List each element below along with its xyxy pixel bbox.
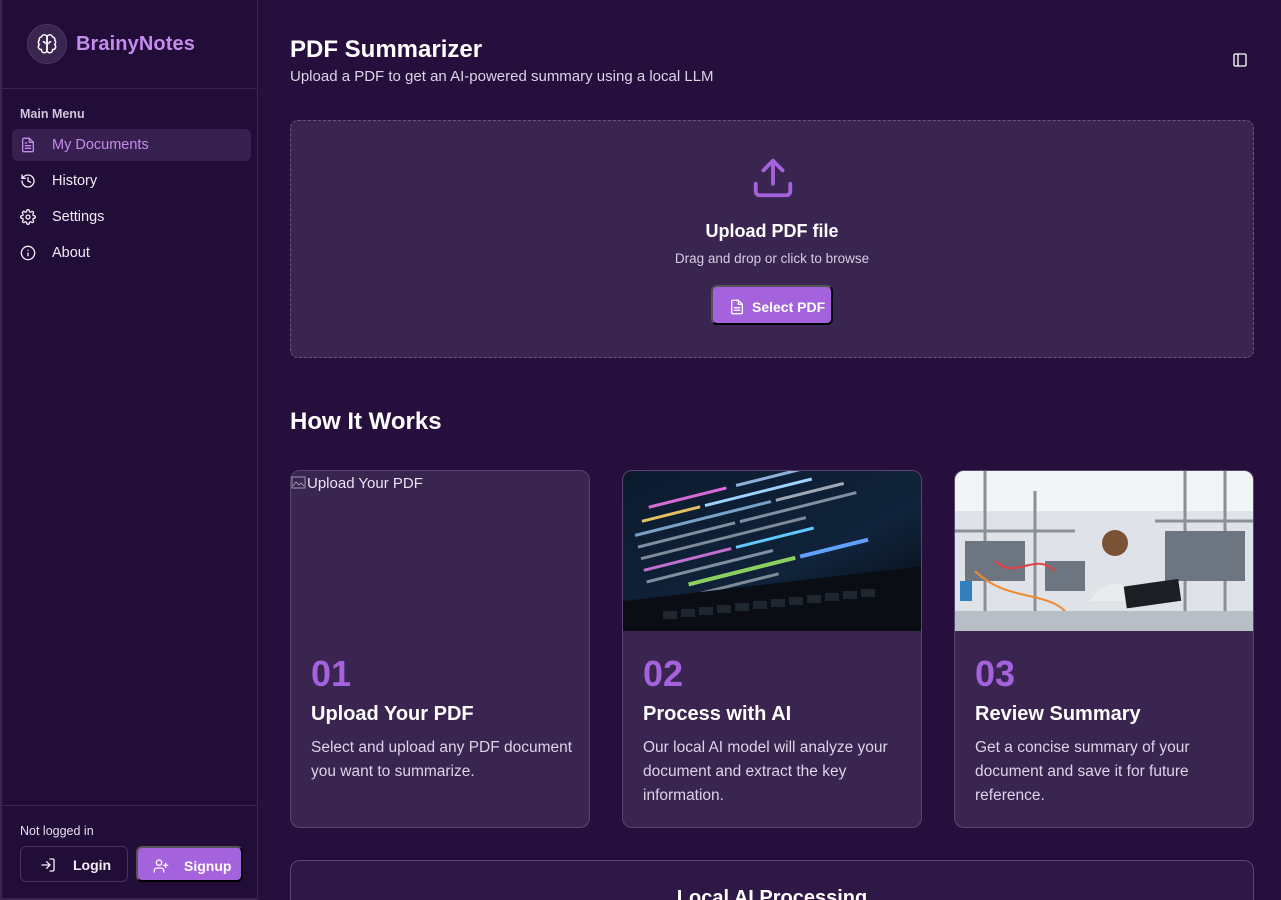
step-title: Process with AI	[643, 703, 792, 725]
step-image	[955, 471, 1253, 631]
step-image-alt: Upload Your PDF	[307, 475, 423, 492]
local-ai-panel: Local AI Processing	[290, 860, 1254, 900]
step-number: 03	[975, 653, 1016, 694]
brand-name[interactable]: BrainyNotes	[76, 33, 195, 56]
step-description: Select and upload any PDF document you w…	[311, 739, 573, 780]
page-title: PDF Summarizer	[290, 36, 483, 63]
login-label: Login	[73, 857, 112, 873]
sidebar-footer: Not logged in Login Signup	[2, 805, 257, 898]
sidebar: BrainyNotes Main Menu My Documents Histo…	[0, 0, 258, 900]
sidebar-item-label: About	[52, 245, 90, 261]
sidebar-item-label: History	[52, 173, 98, 189]
gear-icon	[20, 209, 36, 225]
upload-dropzone[interactable]: Upload PDF file Drag and drop or click t…	[290, 120, 1254, 358]
upload-title: Upload PDF file	[705, 221, 839, 241]
app-root: BrainyNotes Main Menu My Documents Histo…	[0, 0, 1281, 900]
step-number: 01	[311, 653, 352, 694]
step-title: Review Summary	[975, 703, 1141, 725]
code-laptop-image	[623, 471, 921, 631]
step-description: Get a concise summary of your document a…	[975, 739, 1190, 804]
signup-label: Signup	[184, 858, 232, 874]
sidebar-item-my-documents[interactable]: My Documents	[12, 129, 251, 161]
sidebar-item-history[interactable]: History	[12, 165, 251, 197]
info-icon	[20, 245, 36, 261]
local-ai-title: Local AI Processing	[676, 887, 868, 900]
login-status: Not logged in	[20, 824, 94, 838]
how-it-works-title: How It Works	[290, 408, 442, 435]
step-card: 02 Process with AI Our local AI model wi…	[622, 470, 922, 828]
login-icon	[40, 857, 56, 873]
upload-hint: Drag and drop or click to browse	[674, 251, 870, 266]
file-icon	[20, 137, 36, 153]
select-pdf-label: Select PDF	[752, 299, 826, 315]
step-image	[623, 471, 921, 631]
history-icon	[20, 173, 36, 189]
signup-button[interactable]: Signup	[136, 846, 243, 882]
step-number: 02	[643, 653, 684, 694]
brain-icon[interactable]	[27, 24, 67, 64]
broken-image-alt: Upload Your PDF	[291, 471, 589, 492]
menu-heading: Main Menu	[20, 107, 85, 121]
user-plus-icon	[153, 858, 169, 874]
broken-image-icon	[291, 476, 306, 489]
sidebar-item-about[interactable]: About	[12, 237, 251, 269]
select-pdf-button[interactable]: Select PDF	[711, 285, 833, 325]
step-card: 03 Review Summary Get a concise summary …	[954, 470, 1254, 828]
sidebar-item-label: Settings	[52, 209, 105, 225]
file-icon	[729, 299, 745, 315]
step-title: Upload Your PDF	[311, 703, 474, 725]
main-content: PDF Summarizer Upload a PDF to get an AI…	[258, 0, 1281, 900]
upload-icon	[750, 155, 796, 201]
sidebar-item-settings[interactable]: Settings	[12, 201, 251, 233]
step-card: Upload Your PDF 01 Upload Your PDF Selec…	[290, 470, 590, 828]
step-image: Upload Your PDF	[291, 471, 589, 631]
lab-engineer-image	[955, 471, 1253, 631]
step-description: Our local AI model will analyze your doc…	[643, 739, 888, 804]
sidebar-toggle-icon[interactable]	[1232, 52, 1248, 68]
login-button[interactable]: Login	[20, 846, 128, 882]
page-subtitle: Upload a PDF to get an AI-powered summar…	[290, 68, 714, 85]
brand-header: BrainyNotes	[2, 0, 257, 89]
sidebar-item-label: My Documents	[52, 137, 149, 153]
